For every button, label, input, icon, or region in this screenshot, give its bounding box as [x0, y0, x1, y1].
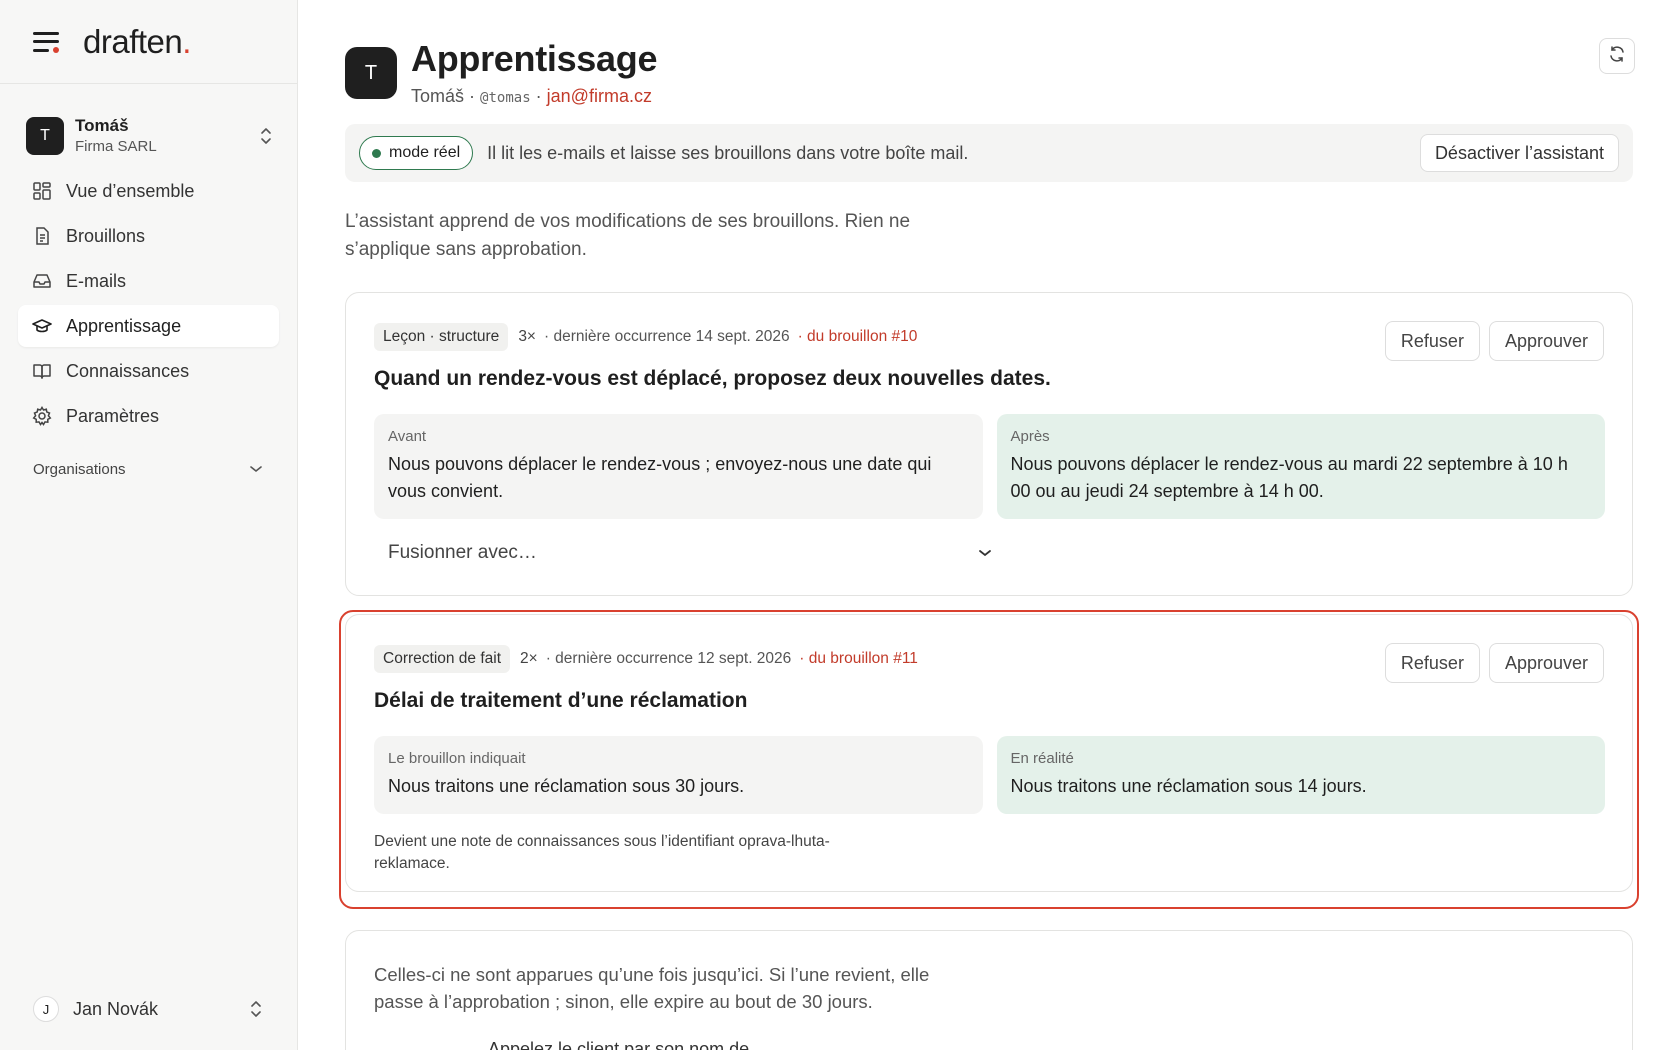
- sidebar-item-emails[interactable]: E-mails: [18, 260, 279, 302]
- inbox-icon: [32, 271, 52, 291]
- lesson-card: Leçon · structure 3× · dernière occurren…: [345, 292, 1633, 596]
- sidebar-item-label: Apprentissage: [66, 315, 182, 336]
- lesson-type-tag: Leçon · structure: [374, 323, 509, 351]
- status-text: Il lit les e-mails et laisse ses brouill…: [487, 142, 969, 163]
- page-title: Apprentissage: [411, 38, 658, 79]
- lesson-meta: Correction de fait 2× · dernière occurre…: [374, 645, 918, 673]
- workspace-name: Tomáš: [75, 116, 129, 135]
- approve-button[interactable]: Approuver: [1488, 643, 1604, 683]
- chevron-down-icon: [978, 542, 992, 564]
- sidebar-item-overview[interactable]: Vue d’ensemble: [18, 170, 279, 212]
- user-menu[interactable]: J Jan Novák: [33, 994, 263, 1024]
- lesson-type-tag: Correction de fait: [374, 645, 511, 673]
- assistant-name: Tomáš: [411, 86, 465, 106]
- before-text: Nous traitons une réclamation sous 30 jo…: [388, 776, 745, 796]
- merge-with-select[interactable]: Fusionner avec…: [374, 531, 1006, 575]
- sidebar-item-drafts[interactable]: Brouillons: [18, 215, 279, 257]
- mode-badge: mode réel: [359, 136, 474, 170]
- sidebar-item-knowledge[interactable]: Connaissances: [18, 350, 279, 392]
- pending-lesson-preview: Appelez le client par son nom de: [488, 1039, 750, 1050]
- before-panel: Le brouillon indiquait Nous traitons une…: [374, 736, 983, 814]
- workspace-org: Firma SARL: [75, 138, 157, 155]
- sidebar-item-label: Connaissances: [66, 360, 190, 381]
- sidebar-item-label: E-mails: [66, 270, 127, 291]
- menu-icon[interactable]: [33, 31, 59, 53]
- after-text: Nous pouvons déplacer le rendez-vous au …: [1010, 454, 1568, 501]
- user-avatar: J: [33, 996, 59, 1022]
- occurrence-count: 2×: [520, 650, 538, 667]
- brand-bar: draften.: [0, 0, 297, 84]
- lesson-card: Correction de fait 2× · dernière occurre…: [345, 614, 1633, 892]
- sidebar: draften. T Tomáš Firma SARL Vue d’ensemb…: [0, 0, 298, 1050]
- refuse-button[interactable]: Refuser: [1384, 321, 1480, 361]
- lesson-diff: Avant Nous pouvons déplacer le rendez-vo…: [374, 414, 1605, 519]
- graduation-cap-icon: [32, 316, 52, 336]
- after-panel: En réalité Nous traitons une réclamation…: [996, 736, 1605, 814]
- workspace-switcher[interactable]: T Tomáš Firma SARL: [26, 114, 273, 158]
- lesson-actions: Refuser Approuver: [1384, 321, 1604, 361]
- assistant-status-bar: mode réel Il lit les e-mails et laisse s…: [345, 124, 1633, 182]
- after-text: Nous traitons une réclamation sous 14 jo…: [1010, 776, 1367, 796]
- user-name: Jan Novák: [73, 998, 159, 1019]
- approve-button[interactable]: Approuver: [1488, 321, 1604, 361]
- assistant-avatar: T: [345, 47, 397, 99]
- main-content: T Apprentissage Tomáš · @tomas · jan@fir…: [339, 0, 1639, 1050]
- merge-select-value: Fusionner avec…: [388, 542, 537, 563]
- after-label: En réalité: [1010, 750, 1074, 767]
- before-text: Nous pouvons déplacer le rendez-vous ; e…: [388, 454, 932, 501]
- page-subtitle: Tomáš · @tomas · jan@firma.cz: [411, 86, 652, 106]
- intro-text: L’assistant apprend de vos modifications…: [345, 211, 911, 260]
- organisations-toggle[interactable]: Organisations: [33, 457, 263, 481]
- lesson-title: Délai de traitement d’une réclamation: [374, 689, 748, 712]
- knowledge-note: Devient une note de connaissances sous l…: [374, 833, 830, 872]
- logo[interactable]: draften.: [83, 23, 191, 61]
- sidebar-item-label: Paramètres: [66, 405, 160, 426]
- lesson-title: Quand un rendez-vous est déplacé, propos…: [374, 367, 1051, 390]
- live-dot-icon: [372, 148, 381, 158]
- pending-explainer: Celles-ci ne sont apparues qu’une fois j…: [374, 964, 930, 1012]
- before-label: Le brouillon indiquait: [388, 750, 526, 767]
- pending-lessons-card: Celles-ci ne sont apparues qu’une fois j…: [345, 930, 1633, 1050]
- sidebar-item-learning[interactable]: Apprentissage: [18, 305, 279, 347]
- after-panel: Après Nous pouvons déplacer le rendez-vo…: [996, 414, 1605, 519]
- organisations-label: Organisations: [33, 460, 126, 478]
- source-draft-link[interactable]: · du brouillon #10: [798, 328, 918, 346]
- chevron-updown-icon: [249, 999, 263, 1019]
- gear-icon: [32, 406, 52, 426]
- lesson-meta: Leçon · structure 3× · dernière occurren…: [374, 323, 917, 351]
- refresh-icon: [1608, 45, 1626, 68]
- last-occurrence: · dernière occurrence 14 sept. 2026: [544, 328, 790, 345]
- source-draft-link[interactable]: · du brouillon #11: [799, 650, 918, 668]
- refuse-button[interactable]: Refuser: [1384, 643, 1480, 683]
- before-label: Avant: [388, 428, 427, 445]
- sidebar-item-label: Vue d’ensemble: [66, 180, 195, 201]
- lesson-actions: Refuser Approuver: [1384, 643, 1604, 683]
- occurrence-count: 3×: [518, 328, 536, 345]
- workspace-avatar: T: [26, 117, 64, 155]
- sidebar-item-label: Brouillons: [66, 225, 146, 246]
- dashboard-icon: [32, 181, 52, 201]
- deactivate-assistant-button[interactable]: Désactiver l’assistant: [1419, 134, 1619, 172]
- after-label: Après: [1010, 428, 1050, 445]
- chevron-down-icon: [249, 461, 263, 478]
- chevron-updown-icon: [259, 126, 273, 146]
- page-header: T Apprentissage Tomáš · @tomas · jan@fir…: [345, 0, 1635, 110]
- last-occurrence: · dernière occurrence 12 sept. 2026: [545, 650, 792, 667]
- lesson-diff: Le brouillon indiquait Nous traitons une…: [374, 736, 1605, 814]
- refresh-button[interactable]: [1599, 38, 1635, 74]
- sidebar-nav: Vue d’ensemble Brouillons E-mails Appren…: [0, 170, 297, 437]
- assistant-email[interactable]: jan@firma.cz: [547, 86, 652, 106]
- document-icon: [32, 226, 52, 246]
- assistant-handle: @tomas: [480, 90, 531, 106]
- sidebar-item-settings[interactable]: Paramètres: [18, 395, 279, 437]
- before-panel: Avant Nous pouvons déplacer le rendez-vo…: [374, 414, 983, 519]
- book-icon: [32, 361, 52, 381]
